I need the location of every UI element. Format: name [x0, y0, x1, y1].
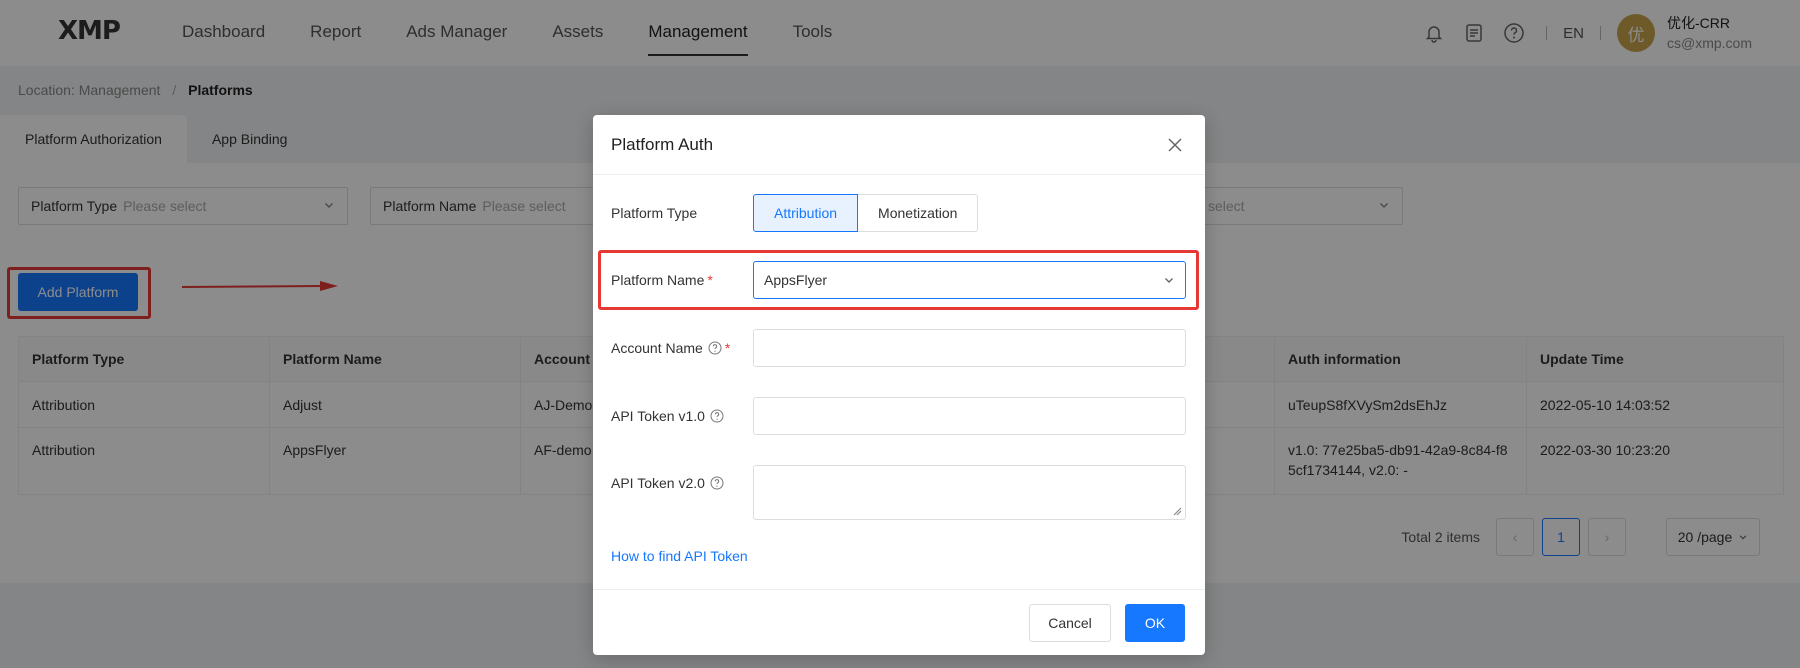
field-label-text: Platform Name — [611, 272, 705, 288]
platform-name-row: Platform Name * AppsFlyer — [611, 261, 1186, 299]
question-circle-icon[interactable] — [710, 409, 724, 423]
field-label-text: API Token v2.0 — [611, 475, 705, 491]
resize-handle-icon — [1173, 507, 1182, 516]
chevron-down-icon — [1165, 278, 1173, 283]
api-token-v1-row: API Token v1.0 — [611, 397, 1186, 435]
platform-name-select[interactable]: AppsFlyer — [753, 261, 1186, 299]
field-label-text: Account Name — [611, 340, 703, 356]
field-label: Platform Name * — [611, 272, 753, 288]
close-icon[interactable] — [1163, 133, 1187, 157]
question-circle-icon[interactable] — [708, 341, 722, 355]
platform-type-row: Platform Type Attribution Monetization — [611, 194, 979, 232]
question-circle-icon[interactable] — [710, 476, 724, 490]
ok-button[interactable]: OK — [1125, 604, 1185, 642]
platform-auth-dialog: Platform Auth Platform Type Attribution … — [593, 115, 1205, 655]
api-token-v2-textarea[interactable] — [753, 465, 1186, 520]
api-token-v2-row: API Token v2.0 — [611, 465, 1186, 520]
field-label: API Token v2.0 — [611, 475, 753, 491]
field-label: Platform Type — [611, 205, 698, 221]
dialog-title: Platform Auth — [611, 134, 714, 154]
required-mark: * — [707, 272, 713, 288]
api-token-v1-input[interactable] — [753, 397, 1186, 435]
required-mark: * — [724, 340, 731, 356]
field-label: API Token v1.0 — [611, 408, 753, 424]
segment-monetization[interactable]: Monetization — [858, 194, 979, 232]
account-name-row: Account Name * — [611, 329, 1186, 367]
how-to-find-api-token-link[interactable]: How to find API Token — [611, 548, 748, 564]
select-value: AppsFlyer — [764, 272, 828, 288]
account-name-input[interactable] — [753, 329, 1186, 367]
platform-type-segmented: Attribution Monetization — [753, 194, 979, 232]
field-label-text: API Token v1.0 — [611, 408, 705, 424]
dialog-footer: Cancel OK — [593, 589, 1205, 655]
field-label: Account Name * — [611, 340, 753, 356]
cancel-button[interactable]: Cancel — [1029, 604, 1111, 642]
segment-attribution[interactable]: Attribution — [753, 194, 859, 232]
